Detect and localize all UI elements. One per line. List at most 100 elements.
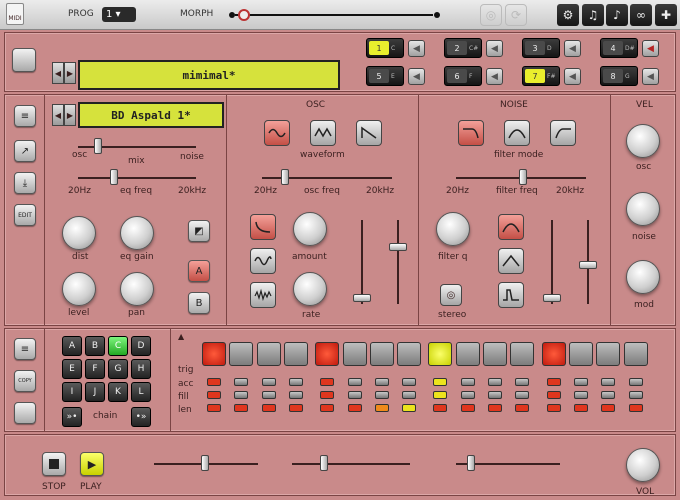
list-icon[interactable]: ≡ [14, 105, 36, 127]
step-button[interactable] [369, 342, 394, 366]
triangle-wave-icon[interactable] [310, 120, 336, 146]
speaker-icon[interactable]: ◀ [486, 68, 503, 85]
filter-q-knob[interactable] [436, 212, 470, 246]
accent-led[interactable] [488, 378, 502, 386]
eq-freq-thumb[interactable] [110, 169, 118, 185]
osc-noise-mod-icon[interactable] [250, 282, 276, 308]
step-button[interactable] [483, 342, 507, 366]
vel-mod-knob[interactable] [626, 260, 660, 294]
accent-led[interactable] [207, 378, 221, 386]
key-A[interactable]: A [62, 336, 82, 356]
key-K[interactable]: K [108, 382, 128, 402]
length-led[interactable] [433, 404, 448, 412]
kit-prev-button[interactable]: ◀ [52, 62, 64, 84]
length-led[interactable] [460, 404, 475, 412]
copy-button[interactable]: COPY [14, 370, 36, 392]
osc-freq-thumb[interactable] [281, 169, 289, 185]
key-I[interactable]: I [62, 382, 82, 402]
play-button[interactable]: ▶ [80, 452, 104, 476]
length-led[interactable] [374, 404, 389, 412]
key-E[interactable]: E [62, 359, 82, 379]
pattern-button-6[interactable]: 6F [444, 66, 482, 86]
pattern-button-8[interactable]: 8G [600, 66, 638, 86]
key-G[interactable]: G [108, 359, 128, 379]
speaker-icon[interactable]: ◀ [408, 40, 425, 57]
step-button[interactable] [541, 342, 566, 366]
filter-freq-thumb[interactable] [519, 169, 527, 185]
kit-next-button[interactable]: ▶ [64, 62, 76, 84]
bandpass-filter-icon[interactable] [504, 120, 530, 146]
menu-square-button[interactable] [12, 48, 36, 72]
transport-slider-1-thumb[interactable] [201, 455, 209, 471]
fill-led[interactable] [546, 391, 561, 399]
accent-led[interactable] [261, 378, 276, 386]
morph-slider-knob[interactable] [238, 9, 250, 21]
pan-knob[interactable] [120, 272, 154, 306]
sound-name-display[interactable]: BD Aspald 1* [78, 102, 224, 128]
osc-fader-1[interactable] [361, 220, 363, 304]
osc-fader-2[interactable] [397, 220, 399, 304]
length-led[interactable] [628, 404, 643, 412]
level-knob[interactable] [62, 272, 96, 306]
pattern-button-4[interactable]: 4 D# [600, 38, 638, 58]
a-button[interactable]: A [188, 260, 210, 282]
noise-fader-1[interactable] [551, 220, 553, 304]
dist-knob[interactable] [62, 216, 96, 250]
transport-slider-2-thumb[interactable] [320, 455, 328, 471]
chain-next-button[interactable]: •» [131, 407, 151, 427]
key-D[interactable]: D [131, 336, 151, 356]
fill-led[interactable] [288, 391, 303, 399]
accent-led[interactable] [320, 378, 335, 386]
chain-prev-button[interactable]: »• [62, 407, 82, 427]
fill-led[interactable] [515, 391, 530, 399]
accent-led[interactable] [288, 378, 303, 386]
fill-led[interactable] [601, 391, 616, 399]
pattern-button-5[interactable]: 5E [366, 66, 404, 86]
accent-led[interactable] [234, 378, 249, 386]
accent-led[interactable] [628, 378, 643, 386]
speaker-icon[interactable]: ◀ [486, 40, 503, 57]
vel-osc-knob[interactable] [626, 124, 660, 158]
pattern-button-1[interactable]: 1C [366, 38, 404, 58]
accent-led[interactable] [374, 378, 389, 386]
transport-slider-2[interactable] [292, 463, 410, 465]
amount-knob[interactable] [293, 212, 327, 246]
export-icon[interactable]: ↗ [14, 140, 36, 162]
noise-fader-1-thumb[interactable] [543, 294, 561, 302]
osc-lfo-icon[interactable] [250, 248, 276, 274]
length-led[interactable] [573, 404, 588, 412]
accent-led[interactable] [546, 378, 561, 386]
saw-wave-icon[interactable] [356, 120, 382, 146]
key-J[interactable]: J [85, 382, 105, 402]
fill-led[interactable] [628, 391, 643, 399]
sound-next-button[interactable]: ▶ [64, 104, 76, 126]
lowpass-filter-icon[interactable] [458, 120, 484, 146]
speaker-icon[interactable]: ◀ [564, 40, 581, 57]
length-led[interactable] [402, 404, 417, 412]
step-button[interactable] [397, 342, 422, 366]
noise-attack-icon[interactable] [498, 248, 524, 274]
key-F[interactable]: F [85, 359, 105, 379]
speaker-icon[interactable]: ◀ [564, 68, 581, 85]
length-led[interactable] [234, 404, 249, 412]
highpass-filter-icon[interactable] [550, 120, 576, 146]
accent-led[interactable] [601, 378, 616, 386]
fill-led[interactable] [460, 391, 475, 399]
fill-led[interactable] [234, 391, 249, 399]
transport-slider-3-thumb[interactable] [467, 455, 475, 471]
mix-slider-thumb[interactable] [94, 138, 102, 154]
fill-led[interactable] [374, 391, 389, 399]
download-icon[interactable]: ⤓ [14, 172, 36, 194]
accent-led[interactable] [347, 378, 362, 386]
fill-led[interactable] [402, 391, 417, 399]
fill-led[interactable] [207, 391, 221, 399]
noise-fader-2-thumb[interactable] [579, 261, 597, 269]
key-B[interactable]: B [85, 336, 105, 356]
midi-settings-icon[interactable]: ⚙ [557, 4, 579, 26]
vel-noise-knob[interactable] [626, 192, 660, 226]
key-L[interactable]: L [131, 382, 151, 402]
speaker-icon[interactable]: ◀ [642, 40, 659, 57]
length-led[interactable] [207, 404, 221, 412]
prog-dropdown[interactable]: 1 ▾ [102, 7, 136, 22]
step-button[interactable] [202, 342, 226, 366]
